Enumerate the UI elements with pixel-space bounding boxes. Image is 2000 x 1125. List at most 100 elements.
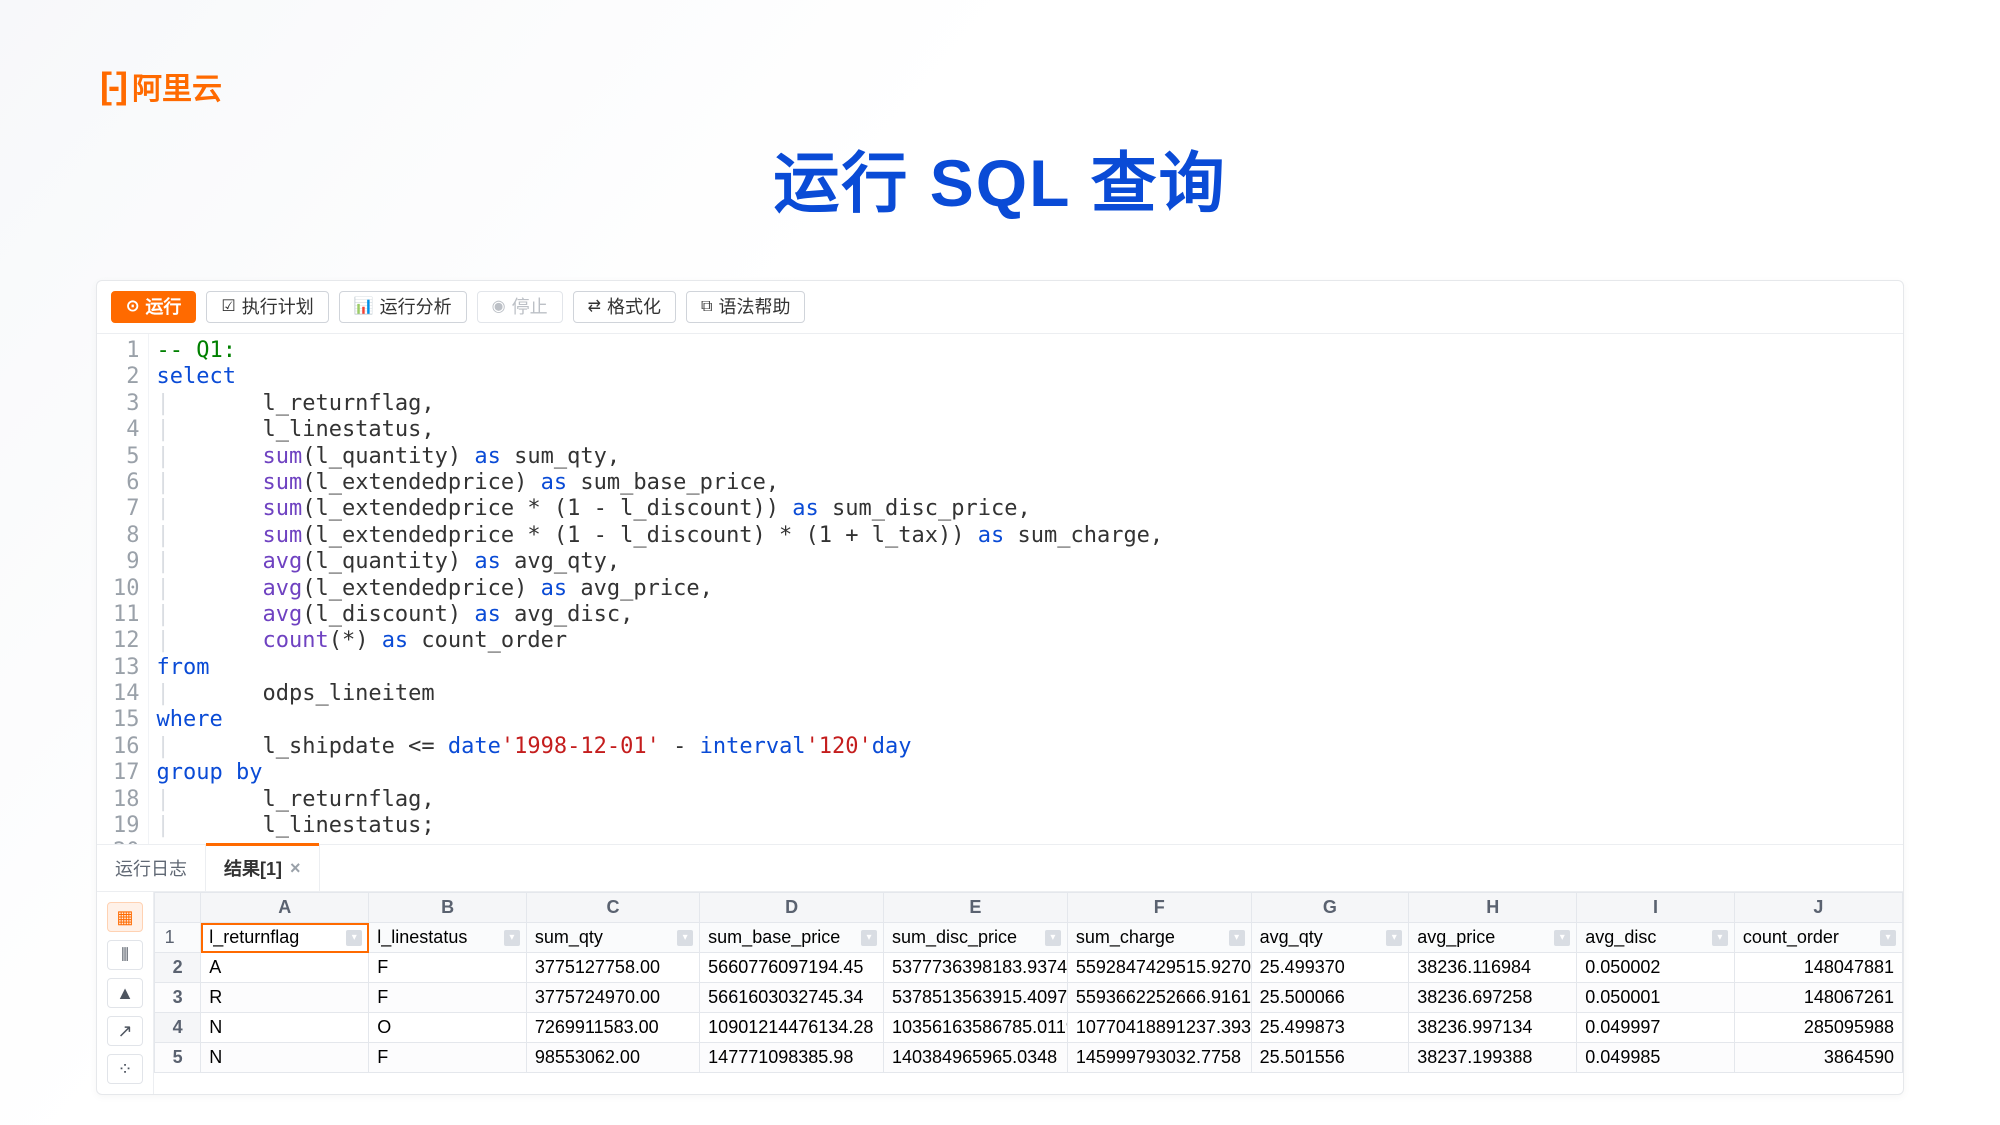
cell[interactable]: 10901214476134.28	[700, 1013, 884, 1043]
filter-dropdown-icon[interactable]: ▾	[677, 930, 693, 946]
row-number[interactable]: 4	[155, 1013, 201, 1043]
format-button[interactable]: ⇄ 格式化	[573, 291, 676, 323]
table-row[interactable]: 2AF3775127758.005660776097194.4553777363…	[155, 953, 1903, 983]
code-line[interactable]: | l_linestatus;	[157, 813, 1164, 839]
bar-chart-icon[interactable]: ⫴	[107, 940, 143, 970]
code-line[interactable]: | l_returnflag,	[157, 391, 1164, 417]
cell[interactable]: 25.499873	[1251, 1013, 1409, 1043]
cell[interactable]: 5593662252666.9161	[1067, 983, 1251, 1013]
code-line[interactable]: | sum(l_extendedprice * (1 - l_discount)…	[157, 496, 1164, 522]
cell[interactable]: 147771098385.98	[700, 1043, 884, 1073]
code-line[interactable]: -- Q1:	[157, 338, 1164, 364]
cell[interactable]: 25.499370	[1251, 953, 1409, 983]
cell[interactable]: 0.049997	[1577, 1013, 1735, 1043]
filter-dropdown-icon[interactable]: ▾	[1045, 930, 1061, 946]
code-line[interactable]: | avg(l_extendedprice) as avg_price,	[157, 576, 1164, 602]
code-area[interactable]: -- Q1:select| l_returnflag,| l_linestatu…	[149, 334, 1172, 844]
col-letter[interactable]: A	[201, 893, 369, 923]
tab-result[interactable]: 结果[1] ×	[206, 845, 320, 891]
col-letter[interactable]: C	[526, 893, 699, 923]
cell[interactable]: 38237.199388	[1409, 1043, 1577, 1073]
col-header[interactable]: avg_price▾	[1409, 923, 1577, 953]
code-line[interactable]: | odps_lineitem	[157, 681, 1164, 707]
cell[interactable]: 5660776097194.45	[700, 953, 884, 983]
cell[interactable]: F	[369, 1043, 527, 1073]
cell[interactable]: 145999793032.7758	[1067, 1043, 1251, 1073]
filter-dropdown-icon[interactable]: ▾	[346, 930, 362, 946]
row-number[interactable]: 5	[155, 1043, 201, 1073]
cell[interactable]: 0.050001	[1577, 983, 1735, 1013]
cell[interactable]: F	[369, 983, 527, 1013]
close-icon[interactable]: ×	[290, 858, 301, 879]
col-header[interactable]: sum_disc_price▾	[884, 923, 1068, 953]
filter-dropdown-icon[interactable]: ▾	[861, 930, 877, 946]
row-number[interactable]: 3	[155, 983, 201, 1013]
table-view-icon[interactable]: ▦	[107, 902, 143, 932]
cell[interactable]: F	[369, 953, 527, 983]
code-line[interactable]: | l_linestatus,	[157, 417, 1164, 443]
code-line[interactable]: where	[157, 707, 1164, 733]
col-letter[interactable]: E	[884, 893, 1068, 923]
cell[interactable]: 10770418891237.3931	[1067, 1013, 1251, 1043]
cell[interactable]: 38236.697258	[1409, 983, 1577, 1013]
col-header[interactable]: sum_charge▾	[1067, 923, 1251, 953]
cell[interactable]: 38236.997134	[1409, 1013, 1577, 1043]
cell[interactable]: N	[201, 1013, 369, 1043]
col-letter[interactable]: J	[1734, 893, 1902, 923]
col-letter[interactable]: I	[1577, 893, 1735, 923]
cell[interactable]: 0.050002	[1577, 953, 1735, 983]
col-header[interactable]: count_order▾	[1734, 923, 1902, 953]
code-line[interactable]: | sum(l_extendedprice * (1 - l_discount)…	[157, 523, 1164, 549]
code-line[interactable]: | l_returnflag,	[157, 787, 1164, 813]
filter-dropdown-icon[interactable]: ▾	[1880, 930, 1896, 946]
cell[interactable]: A	[201, 953, 369, 983]
col-letter[interactable]	[155, 893, 201, 923]
row-number[interactable]: 2	[155, 953, 201, 983]
cell[interactable]: 0.049985	[1577, 1043, 1735, 1073]
cell[interactable]: 3775127758.00	[526, 953, 699, 983]
cell[interactable]: 285095988	[1734, 1013, 1902, 1043]
code-line[interactable]: | l_shipdate <= date '1998-12-01' - inte…	[157, 734, 1164, 760]
col-header[interactable]: sum_qty▾	[526, 923, 699, 953]
filter-dropdown-icon[interactable]: ▾	[1386, 930, 1402, 946]
cell[interactable]: 148067261	[1734, 983, 1902, 1013]
explain-plan-button[interactable]: ☑ 执行计划	[206, 291, 328, 323]
table-row[interactable]: 4NO7269911583.0010901214476134.281035616…	[155, 1013, 1903, 1043]
table-row[interactable]: 3RF3775724970.005661603032745.3453785135…	[155, 983, 1903, 1013]
cell[interactable]: 140384965965.0348	[884, 1043, 1068, 1073]
cell[interactable]: O	[369, 1013, 527, 1043]
sql-editor[interactable]: 1234567891011121314151617181920 -- Q1:se…	[97, 334, 1903, 844]
area-chart-icon[interactable]: ▲	[107, 978, 143, 1008]
cell[interactable]: 10356163586785.0119	[884, 1013, 1068, 1043]
cell[interactable]: 98553062.00	[526, 1043, 699, 1073]
code-line[interactable]: select	[157, 364, 1164, 390]
col-letter[interactable]: G	[1251, 893, 1409, 923]
tab-run-log[interactable]: 运行日志	[97, 845, 206, 891]
result-grid[interactable]: ABCDEFGHIJ1l_returnflag▾l_linestatus▾sum…	[154, 892, 1903, 1073]
col-header[interactable]: avg_qty▾	[1251, 923, 1409, 953]
col-header[interactable]: avg_disc▾	[1577, 923, 1735, 953]
cell[interactable]: 25.500066	[1251, 983, 1409, 1013]
row-number[interactable]: 1	[155, 923, 201, 953]
col-letter[interactable]: B	[369, 893, 527, 923]
code-line[interactable]: | avg(l_discount) as avg_disc,	[157, 602, 1164, 628]
col-header[interactable]: l_linestatus▾	[369, 923, 527, 953]
run-analysis-button[interactable]: 📊 运行分析	[339, 291, 467, 323]
col-letter[interactable]: H	[1409, 893, 1577, 923]
code-line[interactable]: group by	[157, 760, 1164, 786]
code-line[interactable]: | avg(l_quantity) as avg_qty,	[157, 549, 1164, 575]
result-grid-wrap[interactable]: ABCDEFGHIJ1l_returnflag▾l_linestatus▾sum…	[154, 892, 1903, 1094]
code-line[interactable]: | sum(l_extendedprice) as sum_base_price…	[157, 470, 1164, 496]
filter-dropdown-icon[interactable]: ▾	[1712, 930, 1728, 946]
cell[interactable]: 148047881	[1734, 953, 1902, 983]
filter-dropdown-icon[interactable]: ▾	[504, 930, 520, 946]
code-line[interactable]: | count(*) as count_order	[157, 628, 1164, 654]
code-line[interactable]: from	[157, 655, 1164, 681]
cell[interactable]: 5592847429515.9270	[1067, 953, 1251, 983]
cell[interactable]: 5377736398183.9374	[884, 953, 1068, 983]
cell[interactable]: 5378513563915.4097	[884, 983, 1068, 1013]
line-chart-icon[interactable]: ↗	[107, 1016, 143, 1046]
cell[interactable]: 25.501556	[1251, 1043, 1409, 1073]
cell[interactable]: 3864590	[1734, 1043, 1902, 1073]
cell[interactable]: 3775724970.00	[526, 983, 699, 1013]
